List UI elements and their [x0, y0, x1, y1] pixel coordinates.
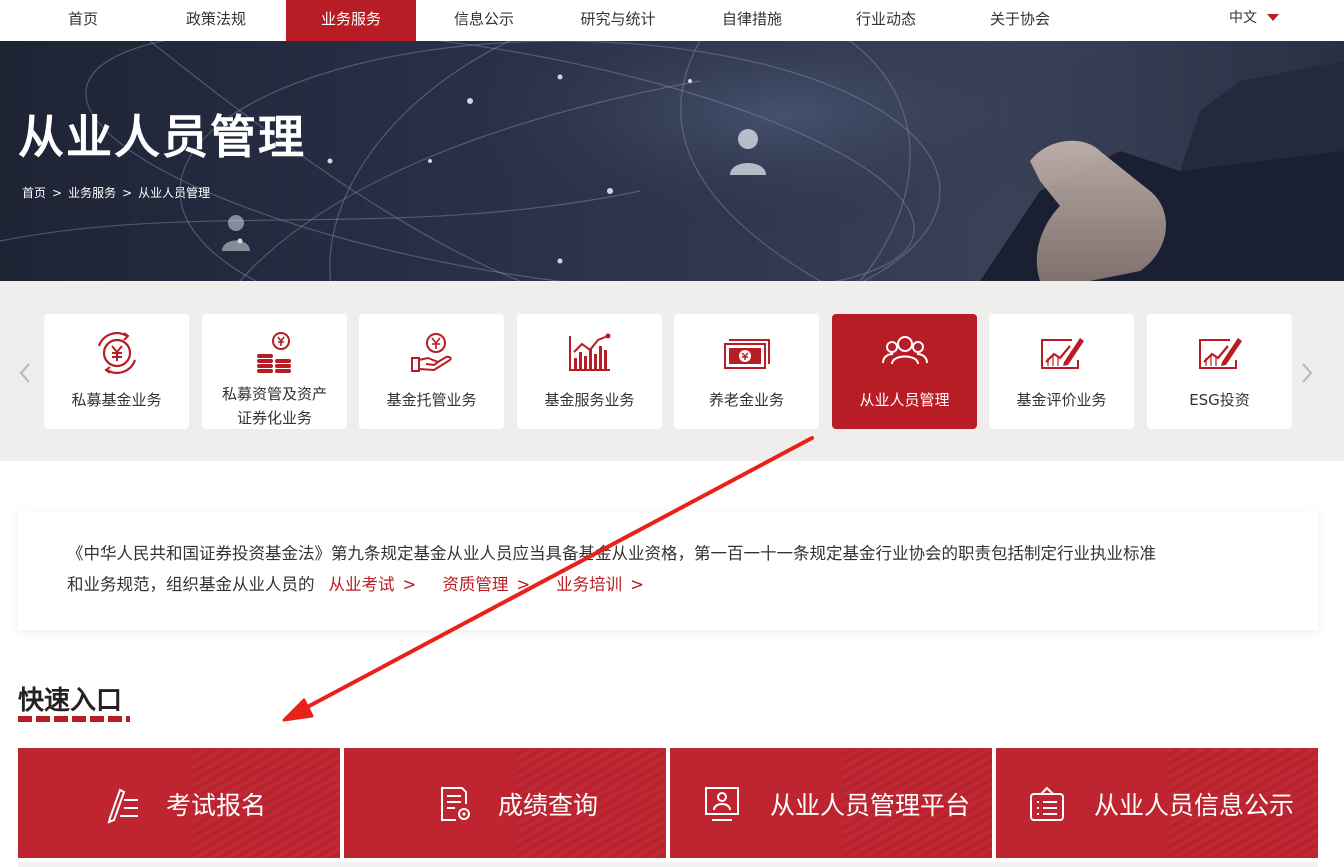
button-label: 从业人员管理平台	[770, 791, 971, 820]
banknotes-icon	[723, 339, 770, 369]
page-title: 从业人员管理	[18, 110, 306, 164]
title-underline	[18, 716, 130, 722]
breadcrumb-business-services[interactable]: 业务服务	[68, 184, 116, 201]
nav-business-services[interactable]: 业务服务	[286, 0, 416, 41]
nav-policy[interactable]: 政策法规	[176, 0, 256, 41]
link-training-label: 业务培训	[556, 575, 623, 594]
link-qualification[interactable]: 资质管理 >	[442, 575, 542, 594]
id-card-icon	[705, 787, 739, 821]
coin-stack-icon	[256, 332, 291, 373]
category-label: 基金评价业务	[1016, 391, 1107, 409]
breadcrumb-separator: >	[122, 186, 133, 200]
hand-coin-icon	[410, 333, 452, 372]
link-arrow: >	[630, 575, 644, 594]
category-label: 从业人员管理	[859, 391, 950, 409]
intro-line2: 和业务规范，组织基金从业人员的 从业考试 > 资质管理 > 业务培训 >	[67, 569, 1277, 600]
nav-self-discipline[interactable]: 自律措施	[712, 0, 792, 41]
category-fund-evaluation[interactable]: 基金评价业务	[989, 314, 1134, 429]
link-qualification-label: 资质管理	[442, 575, 509, 594]
chevron-left-icon[interactable]	[18, 362, 32, 390]
category-label: 私募基金业务	[71, 391, 162, 409]
caret-down-icon[interactable]	[1267, 14, 1279, 21]
document-gear-icon	[441, 787, 470, 821]
category-label: 基金托管业务	[386, 391, 477, 409]
notice-board-icon	[1030, 786, 1064, 821]
top-navigation: 首页 政策法规 业务服务 信息公示 研究与统计 自律措施 行业动态 关于协会 中…	[0, 0, 1344, 41]
chart-pen-icon	[1198, 338, 1242, 369]
chevron-right-icon[interactable]	[1300, 362, 1314, 390]
nav-industry-news[interactable]: 行业动态	[846, 0, 926, 41]
button-label: 从业人员信息公示	[1094, 791, 1295, 820]
yen-cycle-icon	[97, 332, 136, 374]
category-label: 基金服务业务	[544, 391, 635, 409]
intro-text: 《中华人民共和国证券投资基金法》第九条规定基金从业人员应当具备基金从业资格，第一…	[67, 538, 1277, 600]
people-icon	[881, 336, 928, 365]
practitioner-platform-button[interactable]: 从业人员管理平台	[670, 748, 992, 858]
exam-registration-button[interactable]: 考试报名	[18, 748, 340, 858]
category-asset-management[interactable]: 私募资管及资产 证券化业务	[202, 314, 347, 429]
nav-about[interactable]: 关于协会	[980, 0, 1060, 41]
intro-line2-text: 和业务规范，组织基金从业人员的	[67, 575, 315, 594]
page-banner: 从业人员管理 首页 > 业务服务 > 从业人员管理	[0, 41, 1344, 281]
category-label: 养老金业务	[708, 391, 784, 409]
category-private-fund[interactable]: 私募基金业务	[44, 314, 189, 429]
breadcrumb: 首页 > 业务服务 > 从业人员管理	[22, 184, 210, 201]
category-custody[interactable]: 基金托管业务	[359, 314, 504, 429]
link-arrow: >	[516, 575, 531, 594]
section-title-quick-entry: 快速入口	[18, 686, 123, 716]
bar-chart-icon	[568, 333, 610, 371]
category-pension[interactable]: 养老金业务	[674, 314, 819, 429]
breadcrumb-separator: >	[52, 186, 63, 200]
link-training[interactable]: 业务培训 >	[556, 575, 656, 594]
link-exam[interactable]: 从业考试 >	[329, 575, 429, 594]
breadcrumb-current: 从业人员管理	[138, 186, 211, 200]
language-selector[interactable]: 中文	[1229, 0, 1257, 38]
intro-line1: 《中华人民共和国证券投资基金法》第九条规定基金从业人员应当具备基金从业资格，第一…	[67, 544, 1156, 563]
intro-panel: 《中华人民共和国证券投资基金法》第九条规定基金从业人员应当具备基金从业资格，第一…	[18, 511, 1318, 630]
nav-research[interactable]: 研究与统计	[570, 0, 666, 41]
category-esg[interactable]: ESG投资	[1147, 314, 1292, 429]
nav-home[interactable]: 首页	[51, 0, 115, 41]
button-label: 考试报名	[166, 791, 267, 820]
link-arrow: >	[402, 575, 417, 594]
category-fund-services[interactable]: 基金服务业务	[517, 314, 662, 429]
category-label: ESG投资	[1189, 391, 1250, 409]
category-label-line2: 证券化业务	[236, 409, 312, 427]
next-row-edge	[18, 862, 1318, 867]
practitioner-disclosure-button[interactable]: 从业人员信息公示	[996, 748, 1318, 858]
breadcrumb-home[interactable]: 首页	[22, 184, 46, 201]
nav-info-disclosure[interactable]: 信息公示	[444, 0, 524, 41]
chart-pen-icon	[1040, 338, 1084, 369]
category-practitioner-management[interactable]: 从业人员管理	[832, 314, 977, 429]
category-label-line1: 私募资管及资产	[221, 385, 327, 403]
pen-ruler-icon	[107, 788, 138, 824]
score-query-button[interactable]: 成绩查询	[344, 748, 666, 858]
category-label: 私募资管及资产 证券化业务	[202, 382, 347, 430]
business-category-carousel: 私募基金业务 私募资管及资产 证券化业务 基金托管业务 基金服务业务 养老金业务…	[0, 281, 1344, 461]
link-exam-label: 从业考试	[328, 575, 395, 594]
button-label: 成绩查询	[498, 791, 599, 820]
